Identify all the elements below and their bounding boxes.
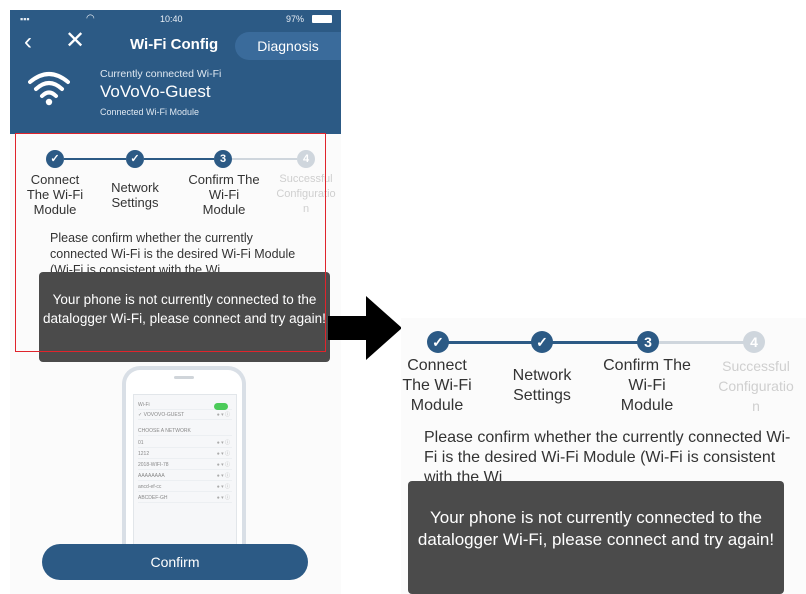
close-icon[interactable]: ✕ [65,29,85,53]
mini-row-text: ABCDEF-GH [138,495,168,501]
zoomed-view: ✓ ✓ 3 4 Connect The Wi-Fi Module Network… [401,318,806,594]
battery-icon [312,15,332,23]
step-3-number: 3 [637,331,659,353]
step-2-check-icon: ✓ [531,331,553,353]
mini-row: ✓ VOVOVO-GUEST ● ▾ ⓘ [138,411,232,420]
phone-speaker [174,376,194,379]
current-wifi-label: Currently connected Wi-Fi [100,68,222,80]
status-bar: ▪▪▪ ◠ 10:40 97% [10,12,341,26]
mini-row-icons: ● ▾ ⓘ [216,451,230,457]
step-1-check-icon: ✓ [427,331,449,353]
mini-row: 2018-WIFI-78 ● ▾ ⓘ [138,461,232,470]
step-connector [551,341,639,344]
page-title: Wi-Fi Config [130,36,219,53]
mini-row-icons: ● ▾ ⓘ [216,484,230,490]
step-2-label: Network Settings [512,367,572,404]
error-toast: Your phone is not currently connected to… [408,481,784,594]
status-time: 10:40 [160,14,183,24]
app-header: ▪▪▪ ◠ 10:40 97% ‹ ✕ Wi-Fi Config Diagnos… [10,10,341,134]
phone-illustration: Wi-Fi ✓ VOVOVO-GUEST ● ▾ ⓘ CHOOSE A NETWO… [122,366,246,558]
mini-row-icons: ● ▾ ⓘ [216,473,230,479]
back-icon[interactable]: ‹ [24,30,32,54]
diagnosis-button[interactable]: Diagnosis [235,32,341,60]
battery-percent: 97% [286,14,305,24]
mini-row-text: 01 [138,440,144,446]
mini-row-icons: ● ▾ ⓘ [216,495,230,501]
mini-row-text: Wi-Fi [138,402,150,408]
mini-row: 01 ● ▾ ⓘ [138,439,232,448]
mini-row-text: ✓ VOVOVO-GUEST [138,412,185,418]
confirm-instructions: Please confirm whether the currently con… [424,429,791,486]
step-connector [659,341,747,344]
mini-row: ancd-ef-cc ● ▾ ⓘ [138,483,232,492]
signal-icon: ▪▪▪ [20,14,30,24]
toggle-icon [214,403,228,410]
mini-row-text: 1212 [138,451,150,457]
mini-row-icons: ● ▾ ⓘ [216,462,230,468]
wifi-settings-illustration: Wi-Fi ✓ VOVOVO-GUEST ● ▾ ⓘ CHOOSE A NETWO… [133,394,237,558]
current-ssid: VoVoVo-Guest [100,82,211,101]
mini-row: Wi-Fi [138,401,232,410]
mini-row-icons: ● ▾ ⓘ [216,412,230,418]
step-4-label: Successful Configuratio n [718,358,794,414]
wifi-icon [28,72,70,106]
mini-row: ABCDEF-GH ● ▾ ⓘ [138,494,232,503]
mini-row-text: ancd-ef-cc [138,484,162,490]
wifi-status-icon: ◠ [86,13,95,24]
arrow-right-icon [328,296,402,360]
mini-row: AAAAAAAA ● ▾ ⓘ [138,472,232,481]
mini-row: CHOOSE A NETWORK [138,427,232,436]
step-connector [445,341,541,344]
connected-module-label: Connected Wi-Fi Module [100,107,200,117]
step-4-number: 4 [743,331,765,353]
mini-row: 1212 ● ▾ ⓘ [138,450,232,459]
highlight-box [15,133,326,352]
step-3-label: Confirm The Wi-Fi Module [603,357,691,414]
mini-row-text: 2018-WIFI-78 [138,462,169,468]
mini-row-text: CHOOSE A NETWORK [138,428,191,434]
step-1-label: Connect The Wi-Fi Module [402,357,472,414]
mini-row-icons: ● ▾ ⓘ [216,440,230,446]
mini-row-text: AAAAAAAA [138,473,165,479]
confirm-button[interactable]: Confirm [42,544,308,580]
